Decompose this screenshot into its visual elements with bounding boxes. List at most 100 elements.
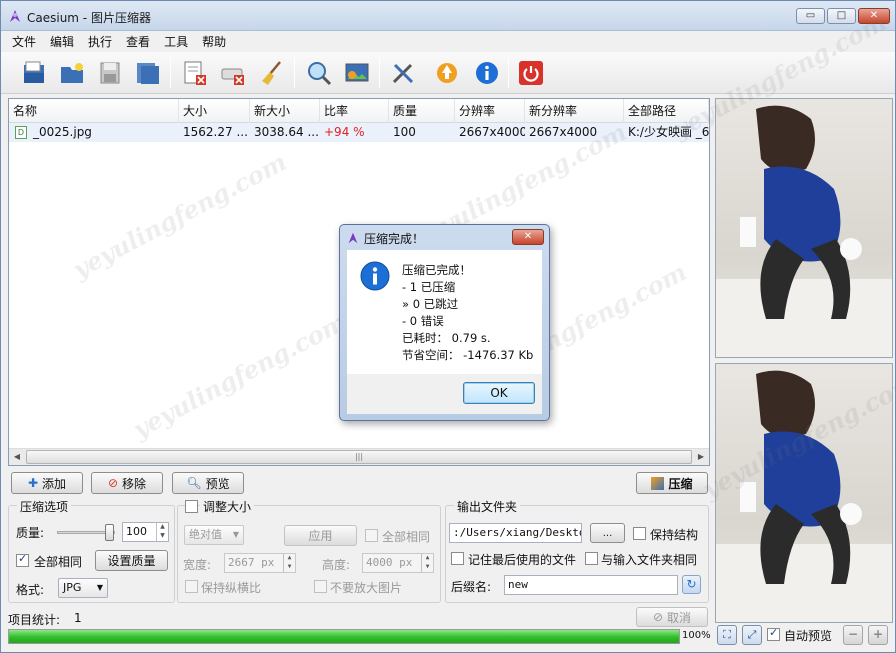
app-window: Caesium - 图片压缩器 ▭ □ ✕ 文件编辑执行查看工具帮助 <box>0 0 896 653</box>
fit-view-button[interactable]: ⛶ <box>717 625 737 645</box>
zoom-preview-button[interactable] <box>303 57 335 89</box>
apply-label: 应用 <box>308 529 333 543</box>
column-quality[interactable]: 质量 <box>389 99 455 123</box>
update-button[interactable] <box>431 57 463 89</box>
same-all-quality-checkbox[interactable] <box>16 552 29 567</box>
save-all-icon <box>137 63 159 84</box>
quality-slider-thumb[interactable] <box>105 524 114 541</box>
menu-edit[interactable]: 编辑 <box>43 31 81 51</box>
height-label: 高度: <box>322 558 351 572</box>
plus-icon: + <box>872 627 884 641</box>
preview-button[interactable]: 🔍︎ 预览 <box>172 472 244 494</box>
scroll-thumb[interactable]: ||| <box>26 450 692 464</box>
spin-arrows-icon[interactable]: ▲ ▼ <box>283 554 295 572</box>
keep-ratio-label: 保持纵横比 <box>201 581 262 595</box>
horizontal-scrollbar[interactable]: ◀ ||| ▶ <box>9 448 709 465</box>
items-count-value: 1 <box>74 611 82 625</box>
same-as-input-checkbox[interactable] <box>585 552 598 565</box>
open-file-button[interactable] <box>18 57 50 89</box>
width-spinbox[interactable]: 2667 px ▲ ▼ <box>224 553 296 573</box>
original-preview-image <box>716 99 892 357</box>
output-folder-group: 输出文件夹 :/Users/xiang/Desktop ... 保持结构 记住最… <box>445 498 709 603</box>
save-icon <box>100 62 120 84</box>
keep-structure-checkbox[interactable] <box>633 527 646 540</box>
zoom-in-button[interactable]: + <box>868 625 888 645</box>
file-resolution: 2667x4000 <box>459 125 525 139</box>
close-button[interactable]: ✕ <box>858 8 890 24</box>
open-folder-button[interactable] <box>56 57 88 89</box>
browse-button[interactable]: ... <box>590 523 625 543</box>
resize-same-all-checkbox[interactable] <box>365 529 378 542</box>
cancel-button[interactable]: ⊘ 取消 <box>636 607 708 627</box>
remove-button[interactable]: ⊘ 移除 <box>91 472 163 494</box>
progress-fill <box>9 630 679 643</box>
preview-zoom-icon <box>308 62 332 86</box>
format-dropdown[interactable]: JPG ▼ <box>58 578 108 598</box>
column-full-path[interactable]: 全部路径 <box>624 99 709 123</box>
height-spinbox[interactable]: 4000 px ▲ ▼ <box>362 553 434 573</box>
resize-mode-dropdown[interactable]: 绝对值 ▼ <box>184 525 244 545</box>
dialog-body: 压缩已完成！ - 1 已压缩 » 0 已跳过 - 0 错误 已耗时： 0.79 … <box>347 250 542 374</box>
menu-tools[interactable]: 工具 <box>157 31 195 51</box>
menu-file[interactable]: 文件 <box>5 31 43 51</box>
file-name: _0025.jpg <box>33 125 92 139</box>
menu-run[interactable]: 执行 <box>81 31 119 51</box>
quality-slider[interactable] <box>57 524 115 542</box>
refresh-suffix-button[interactable]: ↻ <box>682 575 701 594</box>
clear-list-button[interactable] <box>217 57 249 89</box>
column-ratio[interactable]: 比率 <box>320 99 389 123</box>
apply-button[interactable]: 应用 <box>284 525 357 546</box>
remove-button-label: 移除 <box>122 476 147 491</box>
tools-button[interactable] <box>387 57 419 89</box>
compressed-preview <box>715 363 893 623</box>
minimize-button[interactable]: ▭ <box>796 8 825 24</box>
table-row[interactable]: D _0025.jpg 1562.27 ... 3038.64 ... +94 … <box>9 123 709 142</box>
ok-button[interactable]: OK <box>463 382 535 404</box>
spin-arrows-icon[interactable]: ▲ ▼ <box>156 523 168 541</box>
no-enlarge-checkbox[interactable] <box>314 580 327 593</box>
column-name[interactable]: 名称 <box>9 99 179 123</box>
minus-icon: − <box>847 627 859 641</box>
cancel-button-label: 取消 <box>667 610 692 625</box>
compress-button[interactable]: 压缩 <box>636 472 708 494</box>
file-quality: 100 <box>393 125 416 139</box>
scroll-right-arrow[interactable]: ▶ <box>693 449 709 465</box>
fullscreen-button[interactable]: ⤢ <box>742 625 762 645</box>
auto-preview-checkbox[interactable] <box>767 626 780 641</box>
menu-help[interactable]: 帮助 <box>195 31 233 51</box>
output-path-input[interactable]: :/Users/xiang/Desktop <box>449 523 582 543</box>
dialog-message-line: 节省空间： -1476.37 Kb <box>402 348 534 362</box>
maximize-button[interactable]: □ <box>827 8 856 24</box>
zoom-out-button[interactable]: − <box>843 625 863 645</box>
dialog-close-button[interactable]: ✕ <box>512 229 544 245</box>
keep-ratio-checkbox[interactable] <box>185 580 198 593</box>
suffix-input[interactable]: new <box>504 575 678 595</box>
format-value: JPG <box>63 581 82 594</box>
minimize-icon: ▭ <box>805 10 816 21</box>
save-all-button[interactable] <box>132 57 164 89</box>
about-button[interactable] <box>471 57 503 89</box>
image-preview-button[interactable] <box>341 57 373 89</box>
column-resolution[interactable]: 分辨率 <box>455 99 525 123</box>
resize-checkbox[interactable] <box>185 500 198 513</box>
clean-button[interactable] <box>256 57 288 89</box>
toolbar <box>1 52 895 94</box>
set-quality-button[interactable]: 设置质量 <box>95 550 168 571</box>
maximize-icon: □ <box>836 10 847 21</box>
format-label: 格式: <box>16 583 45 597</box>
scroll-left-arrow[interactable]: ◀ <box>9 449 25 465</box>
file-list-header: 名称 大小 新大小 比率 质量 分辨率 新分辨率 全部路径 <box>9 99 709 123</box>
menu-view[interactable]: 查看 <box>119 31 157 51</box>
width-value: 2667 px <box>228 556 275 569</box>
column-new-resolution[interactable]: 新分辨率 <box>525 99 624 123</box>
save-button[interactable] <box>94 57 126 89</box>
exit-button[interactable] <box>515 57 547 89</box>
column-new-size[interactable]: 新大小 <box>250 99 320 123</box>
spin-arrows-icon[interactable]: ▲ ▼ <box>421 554 433 572</box>
column-size[interactable]: 大小 <box>179 99 250 123</box>
quality-spinbox[interactable]: 100 ▲ ▼ <box>122 522 169 542</box>
add-button[interactable]: ✚ 添加 <box>11 472 83 494</box>
remember-last-checkbox[interactable] <box>451 552 464 565</box>
broom-icon <box>262 61 281 85</box>
remove-item-button[interactable] <box>179 57 211 89</box>
